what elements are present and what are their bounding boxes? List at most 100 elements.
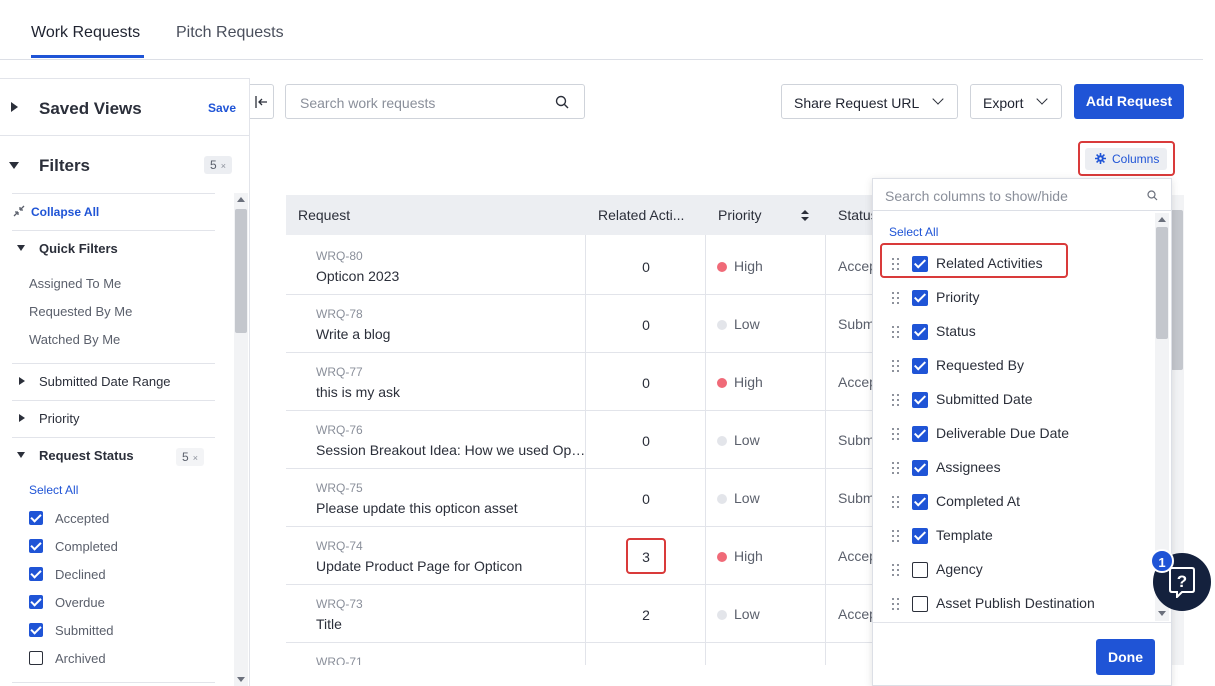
request-title[interactable]: Update Product Page for Opticon (316, 558, 586, 574)
scroll-down-icon[interactable] (1158, 611, 1166, 616)
quick-filter-watched[interactable]: Watched By Me (29, 332, 120, 347)
search-icon[interactable] (555, 95, 569, 109)
tab-pitch-requests[interactable]: Pitch Requests (176, 24, 284, 42)
column-checkbox[interactable] (912, 528, 928, 544)
header-priority[interactable]: Priority (718, 207, 762, 223)
scroll-up-icon[interactable] (1158, 217, 1166, 222)
column-checkbox[interactable] (912, 562, 928, 578)
column-checkbox[interactable] (912, 494, 928, 510)
quick-filters-collapse-icon[interactable] (17, 245, 25, 251)
column-label: Template (936, 527, 993, 543)
column-option-template[interactable]: Template (873, 518, 1153, 552)
share-request-url-button[interactable]: Share Request URL (781, 84, 958, 119)
status-submitted-checkbox[interactable] (29, 623, 43, 637)
drag-handle-icon[interactable] (892, 496, 900, 508)
clear-filters-icon[interactable]: × (221, 161, 226, 171)
submitted-date-range-filter[interactable]: Submitted Date Range (39, 374, 171, 389)
collapse-all-icon[interactable] (13, 205, 25, 217)
column-checkbox[interactable] (912, 358, 928, 374)
filters-count-badge[interactable]: 5 × (204, 156, 232, 174)
table-row[interactable]: WRQ-73 Title 2 Low Accepted (286, 585, 876, 643)
request-status-count-badge[interactable]: 5 × (176, 448, 204, 466)
request-title[interactable]: Opticon 2023 (316, 268, 586, 284)
drag-handle-icon[interactable] (892, 326, 900, 338)
drag-handle-icon[interactable] (892, 428, 900, 440)
header-request[interactable]: Request (298, 207, 350, 223)
column-option-priority[interactable]: Priority (873, 280, 1153, 314)
request-status-collapse-icon[interactable] (17, 452, 25, 458)
column-option-status[interactable]: Status (873, 314, 1153, 348)
column-option-submitted-date[interactable]: Submitted Date (873, 382, 1153, 416)
submitted-date-expand-icon[interactable] (19, 377, 25, 385)
collapse-sidebar-button[interactable] (250, 84, 274, 119)
save-view-button[interactable]: Save (208, 101, 236, 115)
request-title[interactable]: Write a blog (316, 326, 586, 342)
column-option-assignees[interactable]: Assignees (873, 450, 1153, 484)
status-overdue-checkbox[interactable] (29, 595, 43, 609)
columns-select-all-link[interactable]: Select All (889, 225, 938, 239)
quick-filters-title[interactable]: Quick Filters (39, 241, 118, 256)
status-completed-checkbox[interactable] (29, 539, 43, 553)
table-row[interactable]: WRQ-77 this is my ask 0 High Accepted (286, 353, 876, 411)
header-status[interactable]: Status (838, 207, 876, 223)
table-row[interactable]: WRQ-75 Please update this opticon asset … (286, 469, 876, 527)
saved-views-expand-icon[interactable] (11, 102, 18, 112)
export-button[interactable]: Export (970, 84, 1062, 119)
status-archived-checkbox[interactable] (29, 651, 43, 665)
done-button[interactable]: Done (1096, 639, 1155, 675)
column-option-deliverable-due-date[interactable]: Deliverable Due Date (873, 416, 1153, 450)
column-checkbox[interactable] (912, 426, 928, 442)
tab-work-requests[interactable]: Work Requests (31, 24, 140, 42)
filters-collapse-icon[interactable] (9, 162, 19, 169)
table-row[interactable]: WRQ-76 Session Breakout Idea: How we use… (286, 411, 876, 469)
column-checkbox[interactable] (912, 392, 928, 408)
quick-filter-assigned[interactable]: Assigned To Me (29, 276, 121, 291)
add-request-button[interactable]: Add Request (1074, 84, 1184, 119)
drag-handle-icon[interactable] (892, 530, 900, 542)
priority-expand-icon[interactable] (19, 414, 25, 422)
status-select-all-link[interactable]: Select All (29, 483, 78, 497)
sidebar-scroll-thumb[interactable] (235, 209, 247, 333)
column-checkbox[interactable] (912, 596, 928, 612)
table-scroll-thumb[interactable] (1171, 210, 1183, 370)
request-title[interactable]: Session Breakout Idea: How we used Optim… (316, 442, 586, 458)
request-status-title[interactable]: Request Status (39, 448, 134, 463)
priority-filter[interactable]: Priority (39, 411, 79, 426)
status-value: Submitted (838, 490, 876, 506)
request-title[interactable]: Please update this opticon asset (316, 500, 586, 516)
table-row[interactable]: WRQ-74 Update Product Page for Opticon 3… (286, 527, 876, 585)
search-input[interactable]: Search work requests (285, 84, 585, 119)
column-option-asset-publish-destination[interactable]: Asset Publish Destination (873, 586, 1153, 620)
scroll-down-icon[interactable] (237, 677, 245, 682)
collapse-all-link[interactable]: Collapse All (31, 205, 99, 219)
request-title[interactable]: this is my ask (316, 384, 586, 400)
header-related-activities[interactable]: Related Acti... (598, 207, 684, 223)
column-checkbox[interactable] (912, 324, 928, 340)
table-row[interactable]: WRQ-78 Write a blog 0 Low Submitted (286, 295, 876, 353)
column-option-requested-by[interactable]: Requested By (873, 348, 1153, 382)
column-option-agency[interactable]: Agency (873, 552, 1153, 586)
drag-handle-icon[interactable] (892, 564, 900, 576)
search-icon[interactable] (1147, 190, 1158, 201)
saved-views-title[interactable]: Saved Views (39, 99, 142, 119)
column-option-completed-at[interactable]: Completed At (873, 484, 1153, 518)
scroll-up-icon[interactable] (237, 197, 245, 202)
column-checkbox[interactable] (912, 290, 928, 306)
drag-handle-icon[interactable] (892, 292, 900, 304)
clear-status-icon[interactable]: × (193, 453, 198, 463)
column-checkbox[interactable] (912, 460, 928, 476)
columns-scroll-thumb[interactable] (1156, 227, 1168, 339)
filters-title[interactable]: Filters (39, 156, 90, 176)
request-title[interactable]: Title (316, 616, 586, 632)
drag-handle-icon[interactable] (892, 360, 900, 372)
sort-icon[interactable] (801, 210, 809, 221)
table-row[interactable]: WRQ-71 (286, 643, 876, 665)
status-declined-checkbox[interactable] (29, 567, 43, 581)
columns-search-input[interactable]: Search columns to show/hide (873, 179, 1171, 211)
quick-filter-requested[interactable]: Requested By Me (29, 304, 132, 319)
table-row[interactable]: WRQ-80 Opticon 2023 0 High Accepted (286, 237, 876, 295)
status-accepted-checkbox[interactable] (29, 511, 43, 525)
drag-handle-icon[interactable] (892, 462, 900, 474)
drag-handle-icon[interactable] (892, 394, 900, 406)
drag-handle-icon[interactable] (892, 598, 900, 610)
